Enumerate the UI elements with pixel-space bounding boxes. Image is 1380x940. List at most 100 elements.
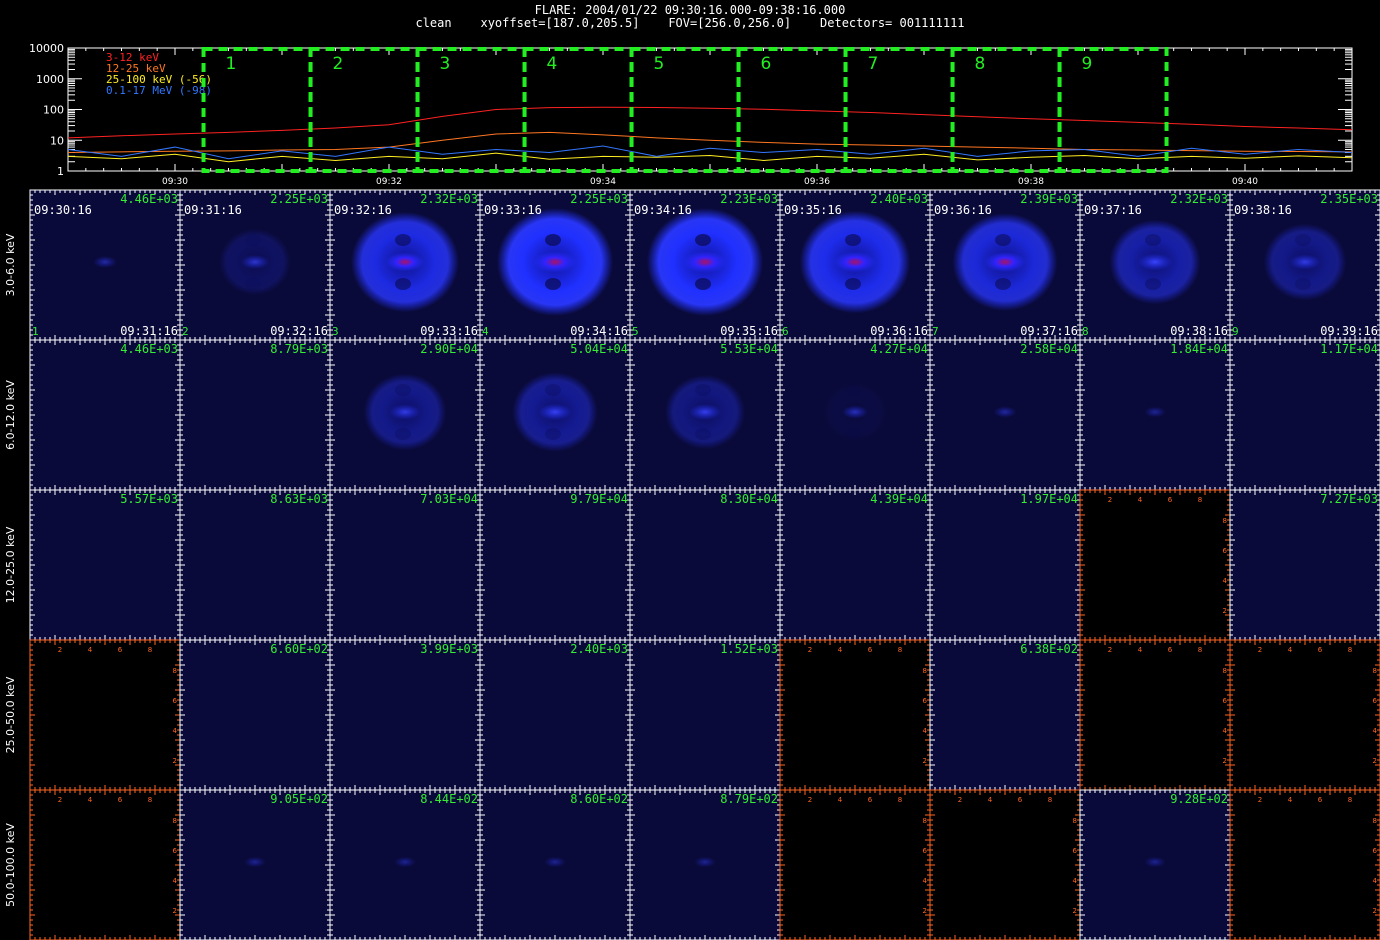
y-tick-label: 100 bbox=[43, 104, 64, 117]
panel-end-time: 09:33:16 bbox=[420, 324, 478, 338]
panel-end-time: 09:32:16 bbox=[270, 324, 328, 338]
empty-axis-label: 4 bbox=[838, 646, 843, 654]
legend-entry: 0.1-17 MeV (-98) bbox=[106, 84, 212, 97]
empty-axis-label: 4 bbox=[1288, 646, 1293, 654]
empty-axis-label: 6 bbox=[923, 697, 928, 705]
halo-gap bbox=[1295, 234, 1311, 246]
energy-band-label: 25.0-50.0 keV bbox=[4, 676, 17, 753]
interval-label: 6 bbox=[761, 54, 772, 74]
empty-axis-label: 2 bbox=[808, 646, 812, 654]
halo-gap bbox=[395, 234, 411, 246]
energy-band-label: 3.0-6.0 keV bbox=[4, 233, 17, 296]
empty-axis-label: 4 bbox=[88, 646, 93, 654]
interval-label: 5 bbox=[654, 54, 665, 74]
panel-max-value: 2.35E+03 bbox=[1320, 192, 1378, 206]
halo-gap bbox=[845, 234, 861, 246]
empty-axis-label: 4 bbox=[923, 727, 928, 735]
halo-gap bbox=[695, 428, 711, 440]
halo-gap bbox=[695, 384, 711, 396]
panel-number: 7 bbox=[932, 325, 939, 338]
halo-gap bbox=[845, 278, 861, 290]
panel-max-value: 5.04E+04 bbox=[570, 342, 628, 356]
empty-axis-label: 8 bbox=[148, 646, 152, 654]
empty-axis-label: 2 bbox=[1223, 757, 1227, 765]
source-core bbox=[533, 251, 577, 273]
panel-start-time: 09:31:16 bbox=[184, 203, 242, 217]
image-panel bbox=[30, 340, 180, 490]
empty-axis-label: 8 bbox=[898, 646, 902, 654]
panel-max-value: 9.79E+04 bbox=[570, 492, 628, 506]
panel-start-time: 09:35:16 bbox=[784, 203, 842, 217]
image-panel bbox=[630, 490, 780, 640]
source-core bbox=[240, 254, 270, 270]
empty-axis-label: 2 bbox=[1373, 757, 1377, 765]
source-core bbox=[386, 252, 424, 272]
interval-label: 4 bbox=[547, 54, 558, 74]
halo-gap bbox=[1145, 278, 1161, 290]
empty-axis-label: 8 bbox=[1373, 667, 1377, 675]
empty-axis-label: 6 bbox=[1223, 547, 1228, 555]
halo-gap bbox=[995, 234, 1011, 246]
panel-max-value: 1.97E+04 bbox=[1020, 492, 1078, 506]
panel-number: 2 bbox=[182, 325, 189, 338]
panel-end-time: 09:35:16 bbox=[720, 324, 778, 338]
series-line bbox=[67, 131, 1353, 153]
panel-max-value: 5.57E+03 bbox=[120, 492, 178, 506]
source-core bbox=[1144, 406, 1166, 418]
empty-axis-label: 4 bbox=[1138, 496, 1143, 504]
interval-box bbox=[629, 47, 741, 173]
halo-gap bbox=[395, 278, 411, 290]
plot-title-line-2: clean xyoffset=[187.0,205.5] FOV=[256.0,… bbox=[415, 16, 965, 30]
empty-axis-label: 8 bbox=[1348, 646, 1352, 654]
panel-number: 4 bbox=[482, 325, 489, 338]
image-panel bbox=[180, 490, 330, 640]
panel-start-time: 09:38:16 bbox=[1234, 203, 1292, 217]
empty-axis-label: 8 bbox=[148, 796, 152, 804]
empty-axis-label: 2 bbox=[1108, 646, 1112, 654]
panel-end-time: 09:38:16 bbox=[1170, 324, 1228, 338]
image-panel bbox=[1080, 640, 1230, 790]
panel-max-value: 5.53E+04 bbox=[720, 342, 778, 356]
image-panel bbox=[780, 640, 930, 790]
panel-max-value: 8.63E+03 bbox=[270, 492, 328, 506]
source-core bbox=[689, 404, 721, 420]
empty-axis-label: 2 bbox=[58, 796, 62, 804]
panel-number: 1 bbox=[32, 325, 39, 338]
series-line bbox=[67, 106, 1353, 139]
panel-max-value: 7.27E+03 bbox=[1320, 492, 1378, 506]
panel-max-value: 2.90E+04 bbox=[420, 342, 478, 356]
empty-axis-label: 8 bbox=[1198, 646, 1202, 654]
empty-axis-label: 4 bbox=[173, 727, 178, 735]
lightcurve-plot: 11010010001000009:30 09:32 09:34 09:36 09:38… bbox=[29, 42, 1353, 187]
source-core bbox=[842, 405, 868, 419]
empty-axis-label: 6 bbox=[1223, 697, 1228, 705]
panel-start-time: 09:33:16 bbox=[484, 203, 542, 217]
empty-axis-label: 4 bbox=[1373, 727, 1378, 735]
energy-band-label: 50.0-100.0 keV bbox=[4, 823, 17, 907]
empty-axis-label: 6 bbox=[1373, 697, 1378, 705]
image-panel bbox=[330, 490, 480, 640]
panel-number: 5 bbox=[632, 325, 639, 338]
empty-axis-label: 6 bbox=[118, 796, 123, 804]
image-panel bbox=[30, 490, 180, 640]
y-tick-label: 10000 bbox=[29, 42, 64, 55]
panel-max-value: 2.23E+03 bbox=[720, 192, 778, 206]
empty-axis-label: 4 bbox=[1223, 727, 1228, 735]
y-tick-label: 10 bbox=[50, 134, 64, 147]
panel-max-value: 2.39E+03 bbox=[1020, 192, 1078, 206]
interval-label: 8 bbox=[975, 54, 986, 74]
halo-gap bbox=[845, 384, 861, 396]
source-core bbox=[993, 406, 1017, 418]
panel-max-value: 4.39E+04 bbox=[870, 492, 928, 506]
panel-end-time: 09:34:16 bbox=[570, 324, 628, 338]
interval-box bbox=[201, 47, 313, 173]
image-panel bbox=[30, 790, 180, 940]
image-panel bbox=[330, 640, 480, 790]
halo-gap bbox=[545, 428, 561, 440]
halo-gap bbox=[545, 234, 561, 246]
empty-axis-label: 6 bbox=[173, 697, 178, 705]
image-panel bbox=[30, 640, 180, 790]
image-panel bbox=[930, 640, 1080, 790]
empty-axis-label: 8 bbox=[1223, 517, 1227, 525]
image-panel bbox=[930, 490, 1080, 640]
